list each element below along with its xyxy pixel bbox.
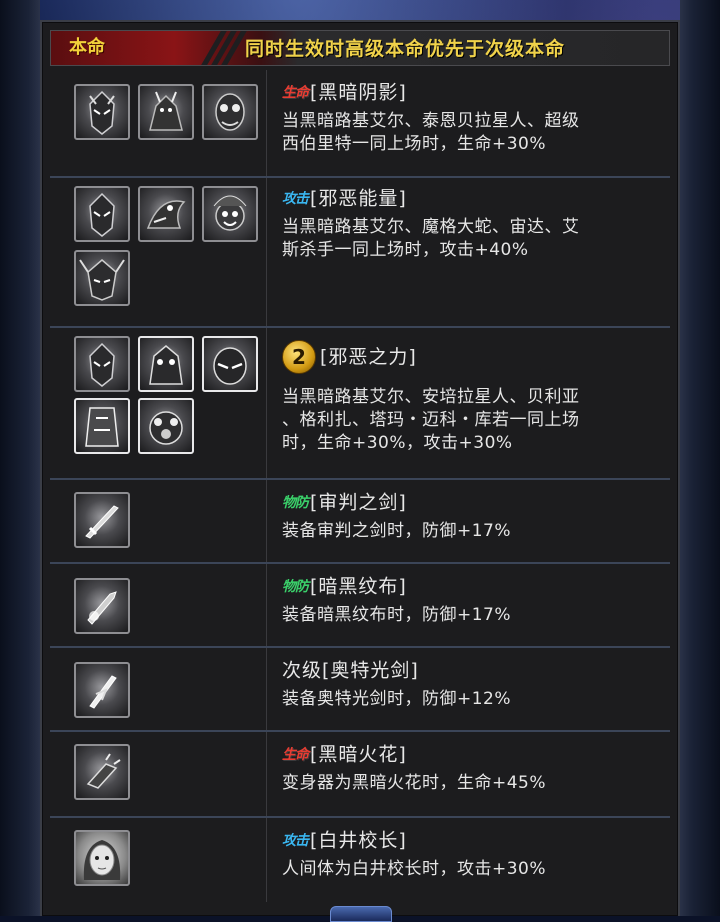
dark-lugiel-icon[interactable] [74, 336, 130, 392]
left-frame [0, 0, 40, 916]
bond-title-line: 物防 [暗黑纹布] [282, 572, 407, 600]
grade-2-badge: 2 [282, 340, 316, 374]
desc-line: 西伯里特一同上场时，生命+30% [282, 134, 547, 154]
bottom-ornament [330, 906, 392, 922]
bond-row[interactable]: 攻击 [邪恶能量] 当黑暗路基艾尔、魔格大蛇、宙达、艾 斯杀手一同上场时，攻击+4… [50, 178, 670, 328]
header-tag: 本命 [69, 37, 105, 58]
desc-line: 时，生命+30%，攻击+30% [282, 433, 513, 453]
life-badge: 生命 [282, 746, 309, 763]
panel-header: 本命 同时生效时高级本命优先于次级本命 [50, 30, 670, 66]
defense-badge: 物防 [282, 494, 309, 511]
bond-row[interactable]: 物防 [暗黑纹布] 装备暗黑纹布时，防御+17% [50, 564, 670, 648]
desc-line: 装备暗黑纹布时，防御+17% [282, 605, 512, 625]
bond-title-line: 物防 [审判之剑] [282, 488, 407, 516]
desc-line: 当黑暗路基艾尔、安培拉星人、贝利亚 [282, 387, 580, 407]
attack-badge: 攻击 [282, 832, 309, 849]
bond-title-line: 生命 [黑暗火花] [282, 740, 407, 768]
bond-desc: 人间体为白井校长时，攻击+30% [282, 858, 546, 881]
light-sword-icon[interactable] [74, 662, 130, 718]
bond-row[interactable]: 2 [邪恶之力] 当黑暗路基艾尔、安培拉星人、贝利亚 、格利扎、塔玛・迈科・库若一… [50, 328, 670, 480]
defense-badge: 物防 [282, 578, 309, 595]
bond-title-line: 2 [邪恶之力] [282, 340, 417, 374]
bond-desc: 装备奥特光剑时，防御+12% [282, 688, 511, 711]
bond-title-line: 次级[奥特光剑] [282, 656, 419, 684]
clown-alien-icon[interactable] [202, 186, 258, 242]
belial-icon[interactable] [138, 336, 194, 392]
bond-desc: 当黑暗路基艾尔、魔格大蛇、宙达、艾 斯杀手一同上场时，攻击+40% [282, 216, 580, 262]
tama-monster-icon[interactable] [138, 398, 194, 454]
bond-icons [50, 732, 267, 816]
bond-title: [暗黑纹布] [310, 575, 407, 598]
bond-desc: 装备审判之剑时，防御+17% [282, 520, 511, 543]
bond-row[interactable]: 次级[奥特光剑] 装备奥特光剑时，防御+12% [50, 648, 670, 732]
desc-line: 、格利扎、塔玛・迈科・库若一同上场 [282, 410, 580, 430]
desc-line: 当黑暗路基艾尔、泰恩贝拉星人、超级 [282, 111, 580, 131]
attack-badge: 攻击 [282, 190, 309, 207]
bond-title-line: 生命 [黑暗阴影] [282, 78, 407, 106]
bond-desc: 当黑暗路基艾尔、泰恩贝拉星人、超级 西伯里特一同上场时，生命+30% [282, 110, 580, 156]
dragon-monster-icon[interactable] [138, 186, 194, 242]
bond-title-line: 攻击 [白井校长] [282, 826, 407, 854]
dark-blade-icon[interactable] [74, 578, 130, 634]
bond-title: [黑暗火花] [310, 743, 407, 766]
horned-mask-icon[interactable] [74, 250, 130, 306]
desc-line: 斯杀手一同上场时，攻击+40% [282, 240, 529, 260]
header-title: 同时生效时高级本命优先于次级本命 [245, 38, 566, 60]
bond-panel: 本命 同时生效时高级本命优先于次级本命 生命 [黑暗阴影] 当黑暗路基艾尔、泰恩… [40, 20, 680, 916]
bond-icons [50, 70, 267, 176]
bond-desc: 装备暗黑纹布时，防御+17% [282, 604, 511, 627]
bond-icons [50, 564, 267, 646]
bond-title: [审判之剑] [310, 491, 407, 514]
dark-spark-icon[interactable] [74, 744, 130, 800]
bond-title: [白井校长] [310, 829, 407, 852]
desc-line: 变身器为黑暗火花时，生命+45% [282, 773, 547, 793]
bond-icons [50, 328, 267, 478]
grigio-icon[interactable] [74, 398, 130, 454]
bond-row[interactable]: 生命 [黑暗阴影] 当黑暗路基艾尔、泰恩贝拉星人、超级 西伯里特一同上场时，生命+… [50, 70, 670, 178]
principal-portrait-icon[interactable] [74, 830, 130, 886]
bond-list: 生命 [黑暗阴影] 当黑暗路基艾尔、泰恩贝拉星人、超级 西伯里特一同上场时，生命+… [50, 70, 670, 902]
bond-title: 次级[奥特光剑] [282, 659, 419, 682]
alien-icon[interactable] [202, 84, 258, 140]
empera-icon[interactable] [202, 336, 258, 392]
bond-title: [黑暗阴影] [310, 81, 407, 104]
dark-lugiel-icon[interactable] [74, 84, 130, 140]
desc-line: 人间体为白井校长时，攻击+30% [282, 859, 547, 879]
bond-desc: 当黑暗路基艾尔、安培拉星人、贝利亚 、格利扎、塔玛・迈科・库若一同上场 时，生命… [282, 386, 580, 455]
dark-lugiel-icon[interactable] [74, 186, 130, 242]
desc-line: 装备审判之剑时，防御+17% [282, 521, 512, 541]
bond-row[interactable]: 攻击 [白井校长] 人间体为白井校长时，攻击+30% [50, 818, 670, 902]
life-badge: 生命 [282, 84, 309, 101]
sword-icon[interactable] [74, 492, 130, 548]
bond-desc: 变身器为黑暗火花时，生命+45% [282, 772, 546, 795]
desc-line: 当黑暗路基艾尔、魔格大蛇、宙达、艾 [282, 217, 580, 237]
bond-title: [邪恶之力] [320, 346, 417, 368]
desc-line: 装备奥特光剑时，防御+12% [282, 689, 512, 709]
bond-title-line: 攻击 [邪恶能量] [282, 184, 407, 212]
bond-title: [邪恶能量] [310, 187, 407, 210]
bond-icons [50, 818, 267, 902]
bond-icons [50, 480, 267, 562]
bond-row[interactable]: 物防 [审判之剑] 装备审判之剑时，防御+17% [50, 480, 670, 564]
bond-row[interactable]: 生命 [黑暗火花] 变身器为黑暗火花时，生命+45% [50, 732, 670, 818]
bond-icons [50, 648, 267, 730]
bond-icons [50, 178, 267, 326]
right-frame [680, 0, 720, 916]
tyrant-monster-icon[interactable] [138, 84, 194, 140]
